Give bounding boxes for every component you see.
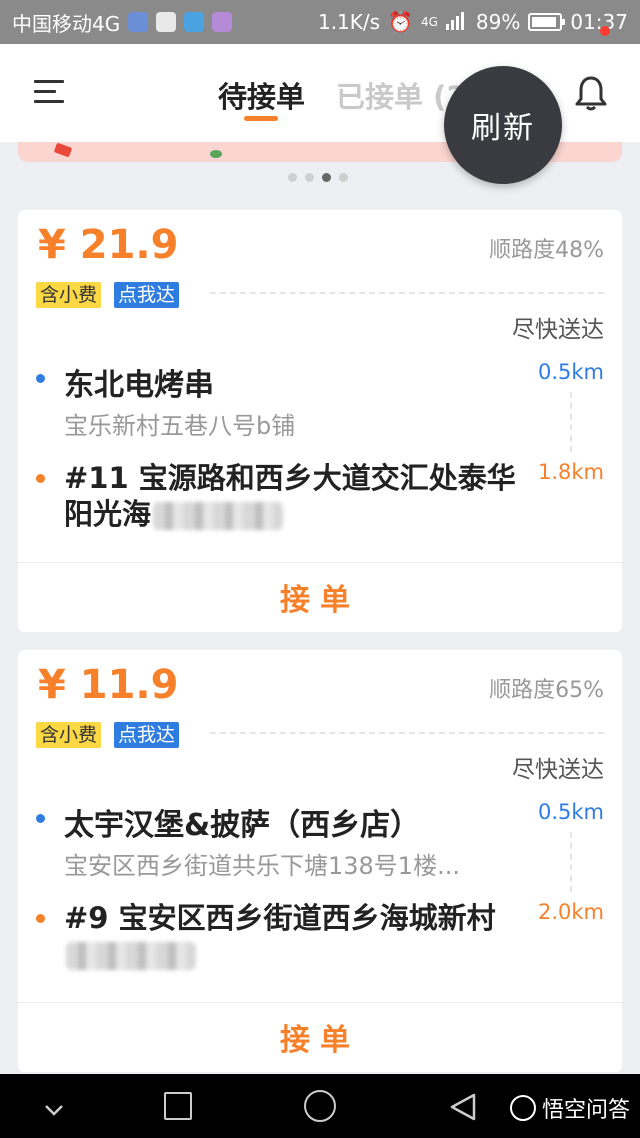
destination-text: #9 宝安区西乡街道西乡海城新村 [64,901,496,935]
delivery-time: 尽快送达 [512,317,604,343]
menu-icon[interactable] [34,80,64,104]
dropoff-dot [36,914,45,923]
pickup-distance: 0.5km [537,360,604,384]
bell-icon[interactable] [574,74,608,112]
dropoff-dot [36,474,45,483]
pager-dot [288,173,297,182]
banner-pager [288,173,348,182]
order-price: ¥ 21.9 [38,222,179,268]
location-icon [128,12,149,32]
redacted-text [153,502,284,530]
pickup-distance: 0.5km [537,800,604,824]
gallery-notification-icon [212,12,233,32]
status-bar: 中国移动4G 1.1K/s ⏰ 4G 89% 01:37 [0,0,640,44]
route-match: 顺路度65% [489,678,604,703]
watermark: 悟空问答 [510,1092,630,1124]
order-card: ¥ 11.9 顺路度65% 含小费 点我达 尽快送达 太宇汉堡&披萨（西乡店） … [18,650,622,1072]
carrier-label: 中国移动4G [12,11,121,36]
tip-tag: 含小费 [36,282,102,308]
redacted-text [66,942,196,970]
notification-dot [600,26,610,36]
platform-tag: 点我达 [114,722,180,748]
accept-order-button[interactable]: 接单 [18,1002,622,1072]
chevron-down-icon[interactable] [44,1098,64,1122]
battery-icon [528,13,566,31]
shop-name: 东北电烤串 [64,368,214,403]
refresh-button[interactable]: 刷新 [444,66,562,184]
platform-tag: 点我达 [114,282,180,308]
destination-address: #11 宝源路和西乡大道交汇处泰华阳光海 [64,460,524,532]
route-connector [570,832,572,892]
pickup-dot [36,814,45,823]
pager-dot-active [322,173,331,182]
system-nav-bar: 悟空问答 [0,1074,640,1138]
watermark-text: 悟空问答 [542,1098,631,1123]
shop-address: 宝乐新村五巷八号b铺 [64,412,296,440]
divider [210,292,604,294]
dropoff-distance: 1.8km [537,460,604,484]
shop-name: 太宇汉堡&披萨（西乡店） [64,808,421,843]
destination-address: #9 宝安区西乡街道西乡海城新村 [64,900,524,972]
tip-tag: 含小费 [36,722,102,748]
destination-text: #11 宝源路和西乡大道交汇处泰华阳光海 [64,461,516,531]
order-card: ¥ 21.9 顺路度48% 含小费 点我达 尽快送达 东北电烤串 宝乐新村五巷八… [18,210,622,632]
order-price: ¥ 11.9 [38,662,179,708]
battery-percent: 89% [475,10,521,34]
plane-notification-icon [184,12,205,32]
alarm-icon: ⏰ [388,10,413,34]
watermark-logo-icon [510,1095,536,1121]
shop-address: 宝安区西乡街道共乐下塘138号1楼... [64,852,460,880]
delivery-time: 尽快送达 [512,757,604,783]
divider [210,732,604,734]
accept-order-button[interactable]: 接单 [18,562,622,632]
pickup-dot [36,374,45,383]
route-connector [570,392,572,452]
route-match: 顺路度48% [489,238,604,263]
net-speed: 1.1K/s [317,10,381,34]
pager-dot [305,173,314,182]
signal-icon [445,10,468,35]
recent-apps-icon[interactable] [164,1092,192,1120]
signal-label: 4G [420,15,438,29]
home-icon[interactable] [304,1090,336,1122]
dropoff-distance: 2.0km [537,900,604,924]
back-icon[interactable] [448,1092,478,1126]
tab-active-indicator [244,116,278,121]
tab-pending[interactable]: 待接单 [218,74,305,116]
pager-dot [339,173,348,182]
app-notification-icon [156,12,177,32]
banner-decoration [210,150,222,158]
